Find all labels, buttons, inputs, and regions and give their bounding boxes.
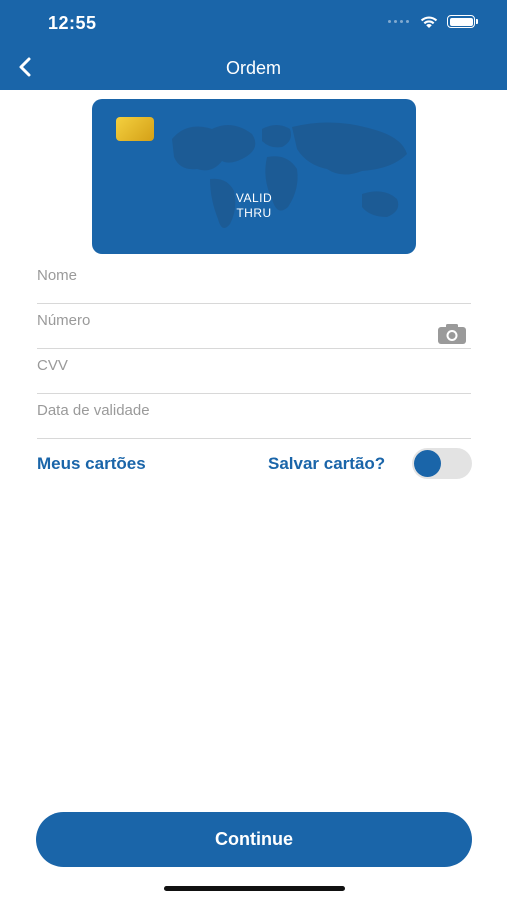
card-chip-icon [116, 117, 154, 141]
expiry-date-placeholder: Data de validade [37, 402, 150, 419]
camera-icon[interactable] [437, 323, 467, 345]
name-field[interactable]: Nome [37, 260, 471, 304]
name-field-placeholder: Nome [37, 267, 78, 284]
continue-button[interactable]: Continue [36, 812, 472, 867]
card-number-field[interactable]: Número [37, 305, 471, 349]
save-card-label: Salvar cartão? [268, 454, 386, 473]
save-card-toggle[interactable] [412, 448, 472, 479]
home-indicator [164, 886, 345, 891]
battery-icon [447, 15, 478, 28]
valid-line-2: THRU [236, 206, 272, 220]
status-time: 12:55 [48, 13, 97, 33]
toggle-knob [414, 450, 441, 477]
app-header: 12:55 Ordem [0, 0, 507, 90]
my-cards-link[interactable]: Meus cartões [37, 454, 146, 474]
wifi-icon [420, 16, 438, 28]
expiry-date-field[interactable]: Data de validade [37, 395, 471, 439]
signal-icon [388, 20, 409, 23]
status-icons [388, 14, 478, 29]
page-title: Ordem [225, 58, 281, 78]
cvv-field[interactable]: CVV [37, 350, 471, 394]
cvv-field-placeholder: CVV [37, 357, 68, 374]
card-number-placeholder: Número [37, 312, 91, 329]
credit-card-preview: VALID THRU [92, 99, 416, 254]
valid-line-1: VALID [235, 191, 273, 205]
valid-thru-label: VALID THRU [92, 191, 416, 221]
